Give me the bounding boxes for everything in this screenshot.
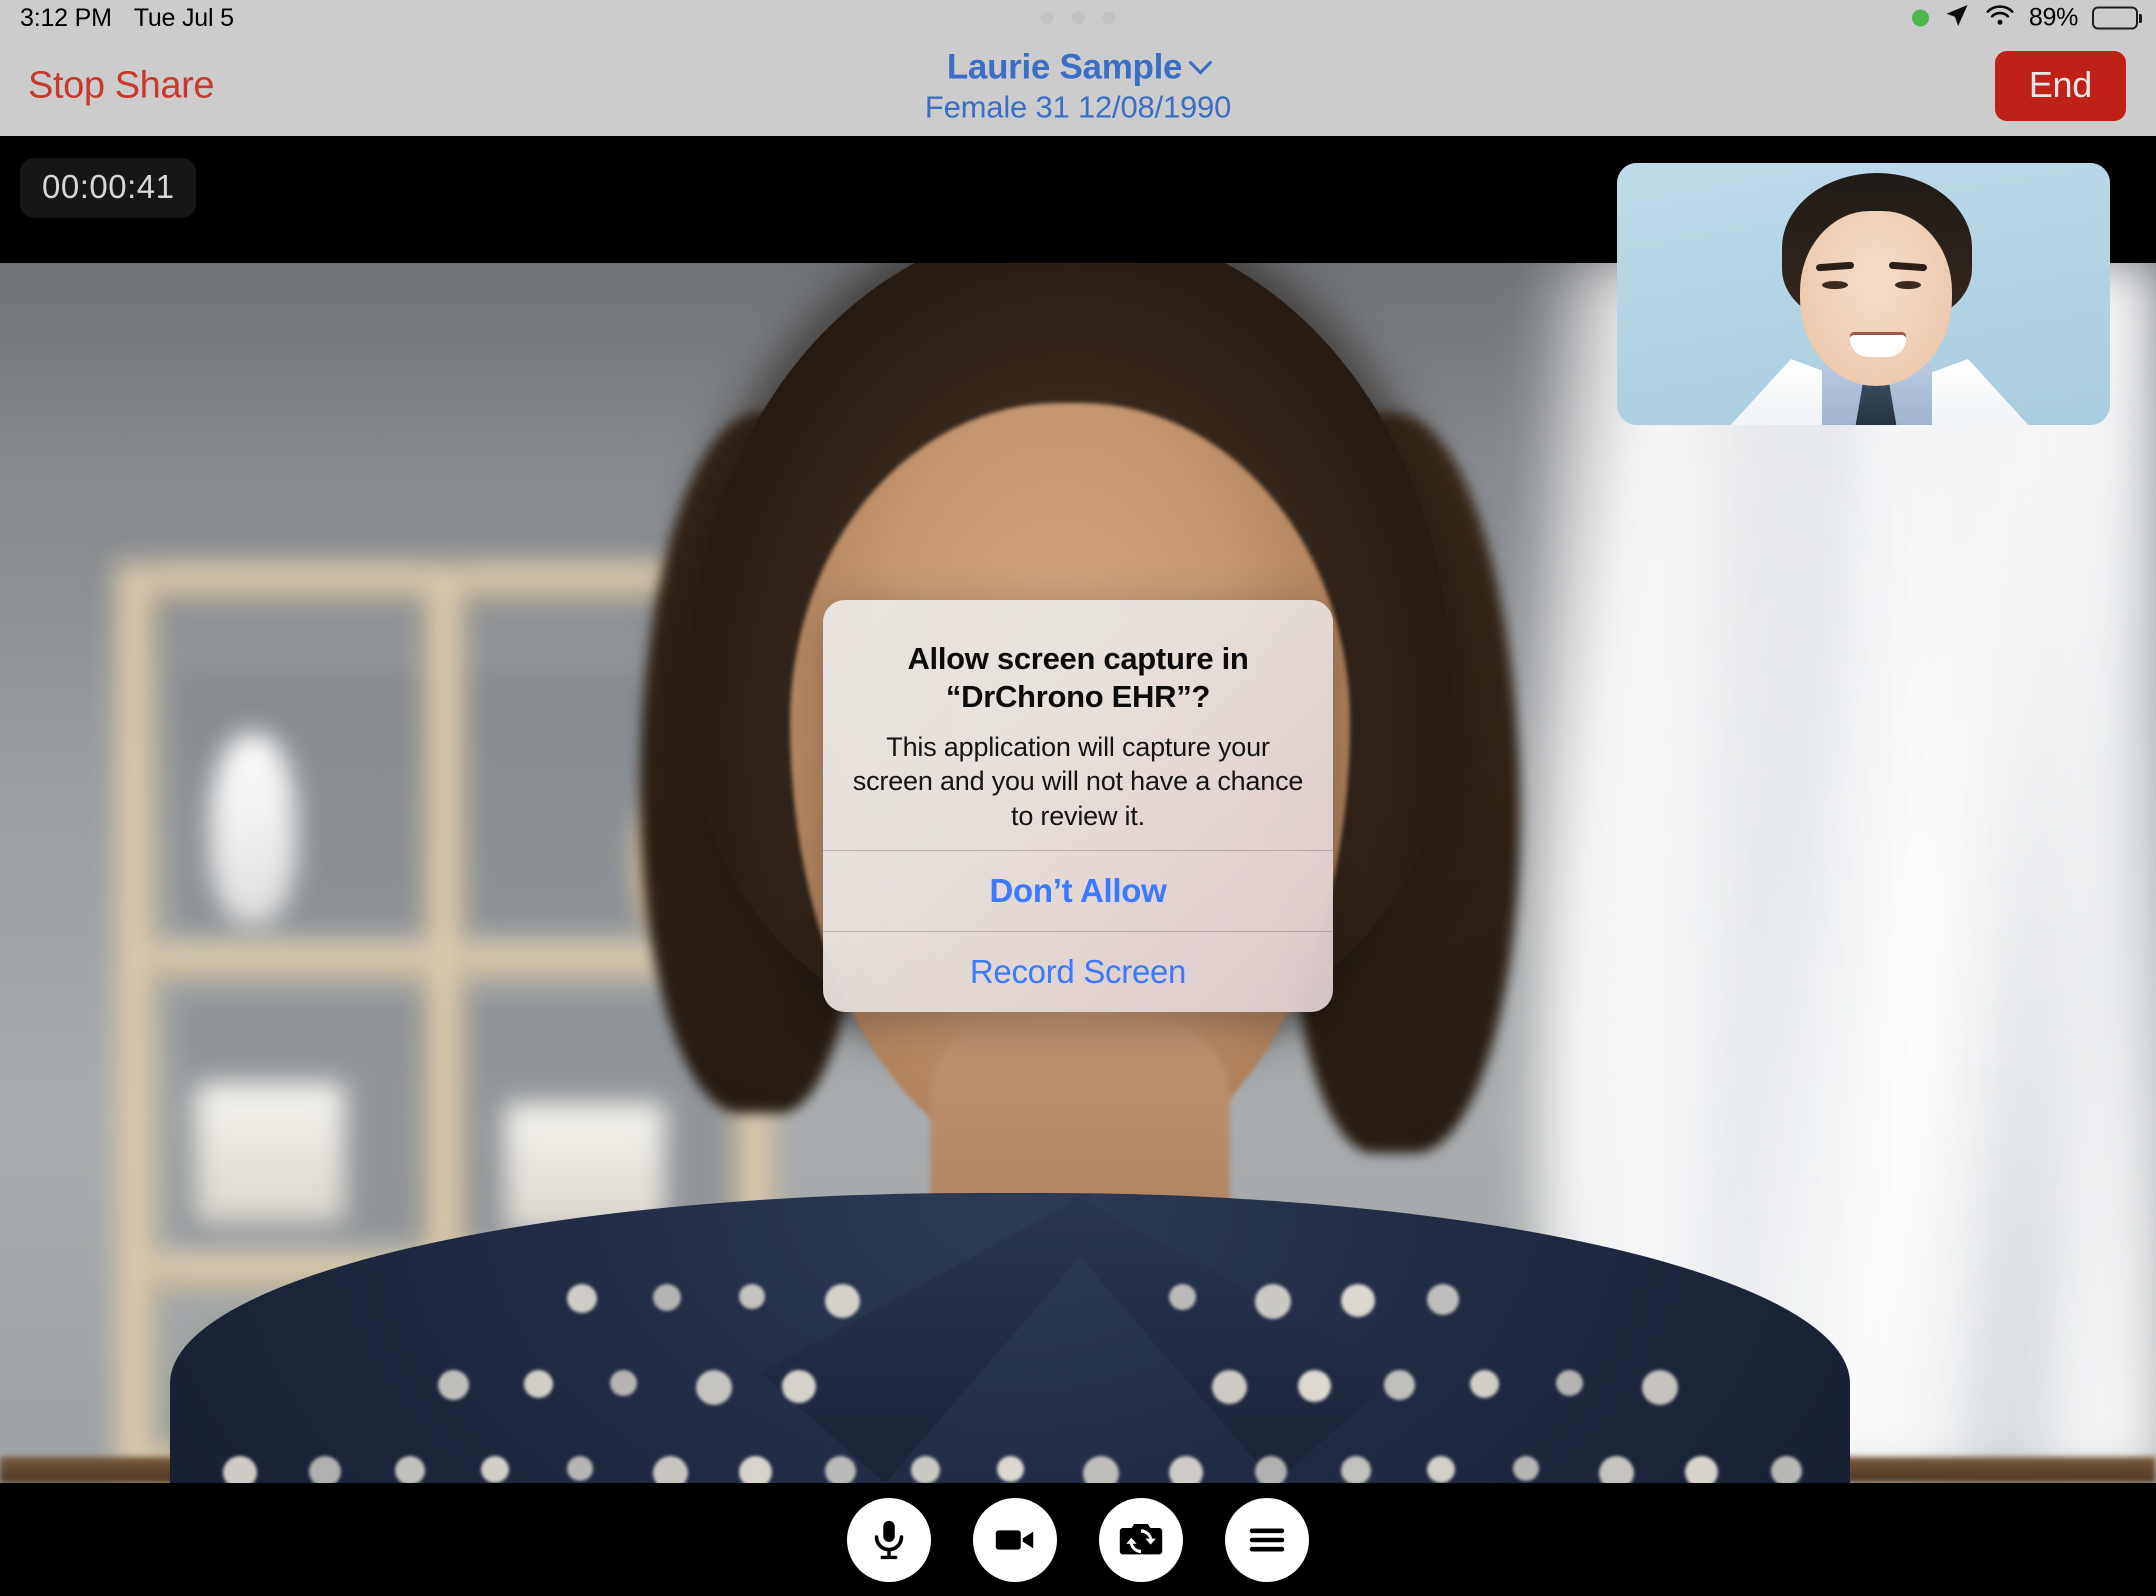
battery-percent-label: 89% [2028,3,2078,32]
record-screen-button[interactable]: Record Screen [823,931,1333,1012]
multitasking-handle-icon[interactable] [1040,11,1116,25]
screen-capture-permission-alert: Allow screen capture in “DrChrono EHR”? … [823,600,1333,1012]
battery-icon [2092,6,2138,30]
patient-header[interactable]: Laurie Sample Female 31 12/08/1990 [925,47,1231,124]
location-arrow-icon [1943,2,1971,35]
video-stage: 00:00:41 Allow screen capture in “DrChro… [0,136,2156,1596]
chevron-down-icon[interactable] [1188,51,1213,76]
alert-body: Allow screen capture in “DrChrono EHR”? … [823,600,1333,834]
end-call-button[interactable]: End [1994,51,2126,121]
alert-title: Allow screen capture in “DrChrono EHR”? [907,641,1249,715]
telehealth-call-screen: 3:12 PM Tue Jul 5 89% Stop Share Laurie … [0,0,2156,1596]
status-date: Tue Jul 5 [133,3,234,32]
recording-dot-icon [1911,9,1929,27]
patient-name-row[interactable]: Laurie Sample [925,47,1231,87]
navigation-bar: Stop Share Laurie Sample Female 31 12/08… [0,36,2156,136]
wifi-icon [1985,4,2015,33]
status-bar-left: 3:12 PM Tue Jul 5 [20,4,234,33]
alert-overlay: Allow screen capture in “DrChrono EHR”? … [0,136,2156,1596]
status-time: 3:12 PM [20,3,112,32]
dont-allow-button[interactable]: Don’t Allow [823,850,1333,931]
status-bar: 3:12 PM Tue Jul 5 89% [0,0,2156,36]
patient-demographics: Female 31 12/08/1990 [924,89,1232,125]
stop-share-button[interactable]: Stop Share [28,65,215,108]
status-bar-right: 89% [1911,2,2138,35]
alert-message: This application will capture your scree… [852,731,1304,831]
patient-name: Laurie Sample [946,47,1183,87]
